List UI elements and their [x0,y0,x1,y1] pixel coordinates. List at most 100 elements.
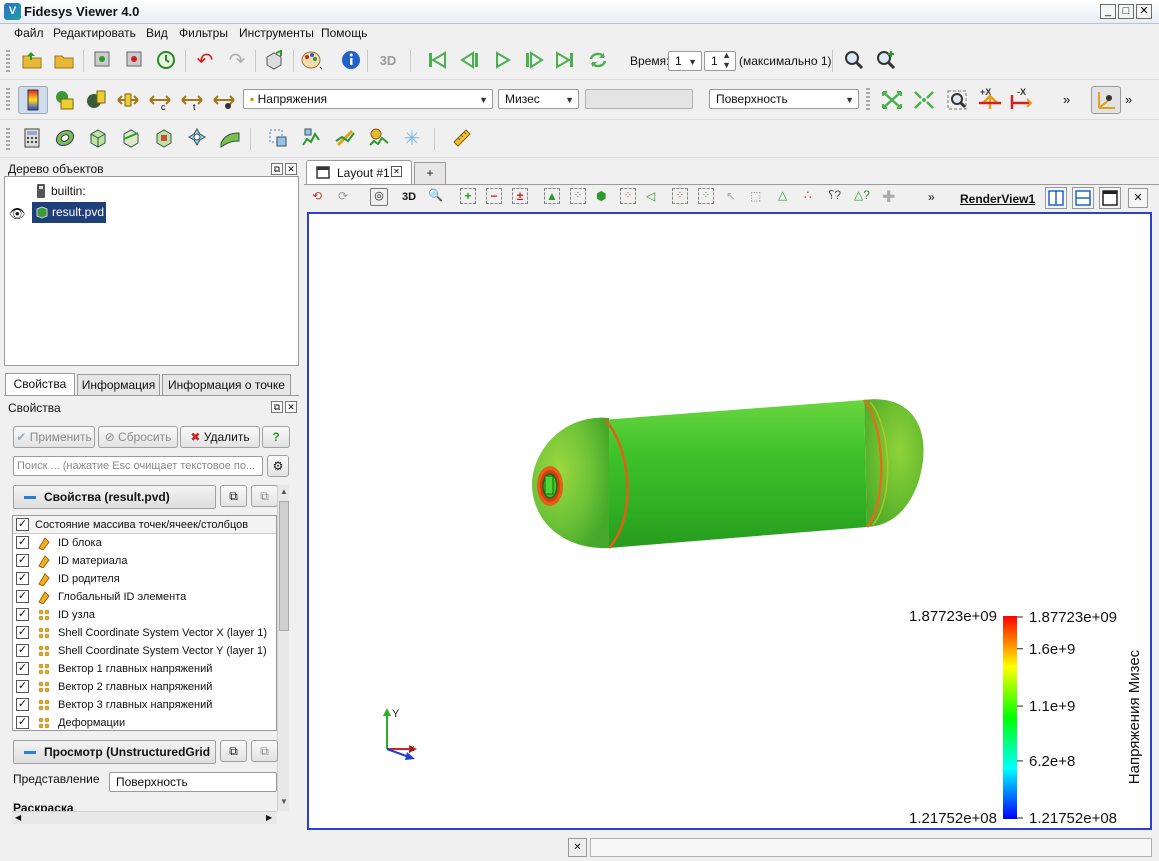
palette-icon[interactable] [300,48,324,72]
array-checkbox[interactable]: ✓ [16,662,29,675]
paste-properties-button[interactable]: ⧉ [251,485,278,507]
scroll-down-arrow[interactable]: ▼ [280,797,288,806]
3d-view-toggle[interactable]: 3D [402,191,416,203]
reset-button[interactable]: ⊘ Сбросить [98,426,178,448]
delete-button[interactable]: ✖ Удалить [180,426,260,448]
previous-frame-icon[interactable] [458,48,482,72]
extract-subset-icon[interactable] [185,126,209,150]
tab-point-info[interactable]: Информация о точке [162,374,291,396]
split-horizontal-button[interactable] [1045,187,1067,209]
section-view-header[interactable]: Просмотр (UnstructuredGrid [13,740,216,764]
hover-cells-icon[interactable]: △? [854,188,870,202]
view-plus-x-icon[interactable]: +X [977,86,1003,110]
properties-scrollbar[interactable]: ▲ ▼ [277,485,289,811]
toolbar-overflow-chevron[interactable]: » [1063,92,1070,107]
open-file-icon[interactable] [52,48,76,72]
menu-file[interactable]: Файл [14,26,44,40]
header-checkbox[interactable]: ✓ [16,518,29,531]
close-panel-icon[interactable]: ✕ [285,401,297,413]
menu-view[interactable]: Вид [146,26,168,40]
section-properties-header[interactable]: Свойства (result.pvd) [13,485,216,509]
info-icon[interactable] [339,48,363,72]
clip-icon[interactable] [86,126,110,150]
select-blocks-icon[interactable]: ⁘ [698,188,714,204]
array-row[interactable]: ✓ Вектор 1 главных напряжений [13,660,276,678]
3d-toggle-icon[interactable]: 3D [376,48,400,72]
connect-icon[interactable] [90,48,114,72]
search-input[interactable]: Поиск ... (нажатие Esc очищает текстовое… [13,456,263,476]
axes-orientation-icon[interactable] [1091,86,1121,114]
select-remove-icon[interactable]: − [486,188,502,204]
slice-icon[interactable] [119,126,143,150]
zoom-to-box-icon[interactable] [946,88,970,112]
rescale-visible-icon[interactable]: c [148,88,172,112]
time-combo[interactable]: 1 ▼ [668,51,702,71]
show-points-icon[interactable]: ∴ [804,188,812,202]
find-icon[interactable]: 🔍 [428,188,443,202]
undock-icon[interactable]: ⧉ [271,401,283,413]
rescale-view-icon[interactable] [212,88,236,112]
select-cells-through-icon[interactable]: ⬢ [596,189,606,203]
select-polygon-points-icon[interactable]: ⁘ [672,188,688,204]
array-checkbox[interactable]: ✓ [16,680,29,693]
tree-item-result-selected[interactable]: result.pvd [32,202,106,223]
array-row[interactable]: ✓ Shell Coordinate System Vector X (layer… [13,624,276,642]
tab-properties[interactable]: Свойства [5,373,75,395]
maximize-view-button[interactable] [1099,187,1121,209]
tab-layout-1[interactable]: Layout #1 ✕ [306,160,412,184]
menu-edit[interactable]: Редактировать [53,26,136,40]
contour-icon[interactable] [53,126,77,150]
array-checkbox[interactable]: ✓ [16,572,29,585]
apply-button[interactable]: ✔ Применить [13,426,95,448]
maximize-button[interactable]: □ [1118,4,1134,19]
array-list-header[interactable]: ✓ Состояние массива точек/ячеек/столбцов [13,516,276,534]
array-checkbox[interactable]: ✓ [16,536,29,549]
array-checkbox[interactable]: ✓ [16,716,29,729]
clear-selection-icon[interactable]: ✚ [882,187,895,207]
array-checkbox[interactable]: ✓ [16,698,29,711]
scroll-right-arrow[interactable]: ▶ [266,813,272,822]
reset-view-icon[interactable]: ⟲ [312,189,322,203]
array-row[interactable]: ✓ Вектор 2 главных напряжений [13,678,276,696]
visibility-eye-icon[interactable]: 👁 [9,206,26,222]
close-panel-icon[interactable]: ✕ [285,163,297,175]
array-checkbox[interactable]: ✓ [16,554,29,567]
scroll-thumb[interactable] [279,501,289,631]
loop-icon[interactable] [586,48,610,72]
render-canvas[interactable]: Y x 1.87723e+09 1.21752e+08 1.87723e+091… [309,214,1150,828]
rescale-range-icon[interactable] [84,88,108,112]
split-vertical-button[interactable] [1072,187,1094,209]
tree-item-builtin[interactable]: builtin: [51,184,86,198]
array-row[interactable]: ✓ ID блока [13,534,276,552]
select-toggle-icon[interactable]: ± [512,188,528,204]
plot-selection-icon[interactable] [300,126,324,150]
toolbar-grip[interactable] [6,50,10,72]
select-add-icon[interactable]: + [460,188,476,204]
array-row[interactable]: ✓ ID родителя [13,570,276,588]
scroll-left-arrow[interactable]: ◀ [15,813,21,822]
threshold-icon[interactable] [152,126,176,150]
array-row[interactable]: ✓ Глобальный ID элемента [13,588,276,606]
menu-help[interactable]: Помощь [321,26,367,40]
undock-icon[interactable]: ⧉ [271,163,283,175]
select-points-on-icon[interactable]: ⁘ [570,188,586,204]
view-minus-x-icon[interactable]: -X [1007,86,1033,110]
close-layout-icon[interactable]: ✕ [391,166,402,177]
time-index-spinbox[interactable]: 1 ▲ ▼ [704,50,736,71]
menu-tools[interactable]: Инструменты [239,26,314,40]
array-row[interactable]: ✓ Shell Coordinate System Vector Y (layer… [13,642,276,660]
redo-icon[interactable]: ↷ [225,48,249,72]
select-cells-on-icon[interactable]: ▲ [544,188,560,204]
plot-over-line-icon[interactable] [333,126,357,150]
toolbar-grip[interactable] [6,128,10,150]
menu-filters[interactable]: Фильтры [179,26,228,40]
calculator-icon[interactable] [20,126,44,150]
minimize-button[interactable]: _ [1100,4,1116,19]
zoom-closest-icon[interactable] [912,88,936,112]
component-combo[interactable]: Мизес ▼ [498,89,579,109]
show-cells-icon[interactable]: △ [778,188,787,202]
pressure-vessel-model[interactable] [531,399,924,549]
zoom-add-icon[interactable] [874,48,898,72]
paste-view-button[interactable]: ⧉ [251,740,278,762]
array-checkbox[interactable]: ✓ [16,644,29,657]
